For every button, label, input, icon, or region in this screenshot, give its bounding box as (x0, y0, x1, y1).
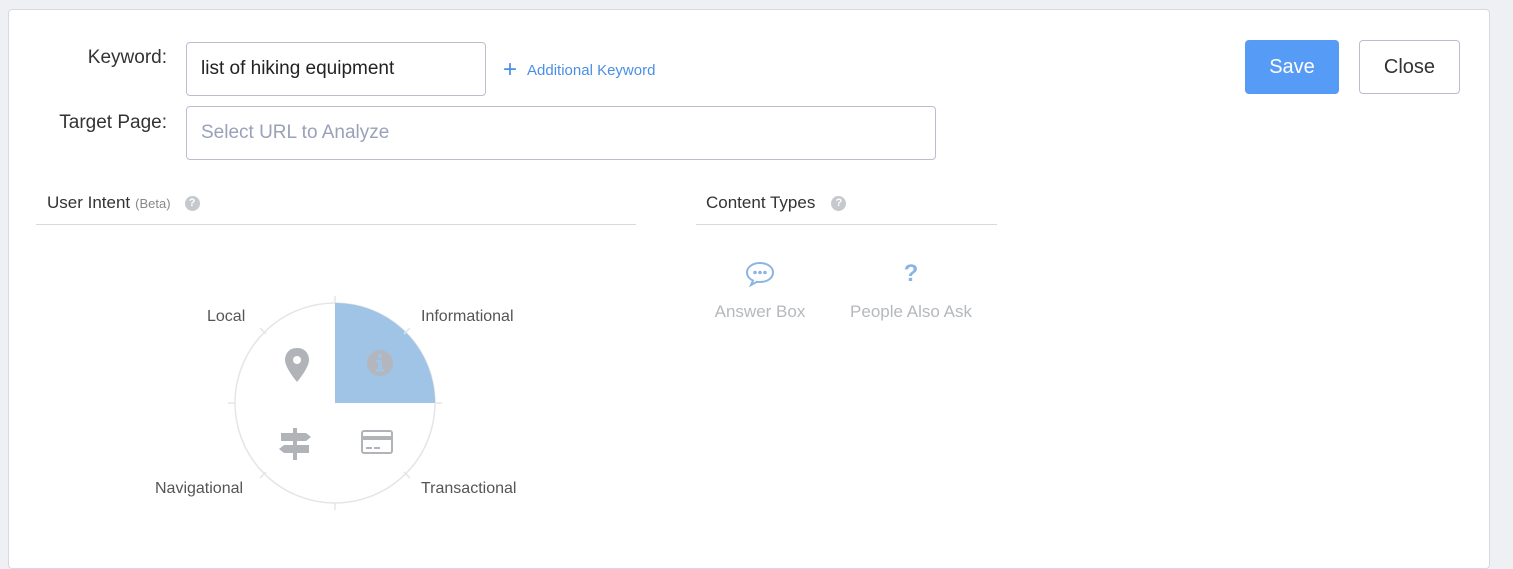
user-intent-title: User Intent (47, 193, 131, 212)
speech-bubble-icon (703, 260, 817, 288)
content-type-people-also-ask[interactable]: ? People Also Ask (840, 260, 982, 322)
content-types-title: Content Types (706, 193, 816, 212)
content-types-divider (696, 224, 997, 225)
question-circle-icon[interactable]: ? (831, 195, 847, 211)
user-intent-wheel (228, 296, 442, 510)
people-also-ask-label: People Also Ask (850, 302, 972, 321)
target-page-input[interactable] (186, 106, 936, 160)
additional-keyword-label: Additional Keyword (527, 61, 656, 79)
answer-box-label: Answer Box (714, 302, 806, 321)
save-button[interactable]: Save (1245, 40, 1339, 94)
user-intent-header: User Intent (Beta) ? (47, 193, 200, 213)
transactional-label: Transactional (421, 480, 517, 497)
keyword-input[interactable] (186, 42, 486, 96)
local-label: Local (207, 308, 246, 325)
target-page-label: Target Page: (59, 112, 167, 133)
question-circle-icon[interactable]: ? (184, 195, 200, 211)
informational-label: Informational (421, 308, 514, 325)
plus-icon: + (503, 56, 518, 83)
question-mark-icon: ? (903, 260, 919, 287)
navigational-label: Navigational (155, 480, 244, 497)
content-types-header: Content Types ? (706, 193, 847, 213)
user-intent-divider (36, 224, 636, 225)
keyword-label: Keyword: (87, 47, 167, 68)
additional-keyword-link[interactable]: + Additional Keyword (503, 58, 655, 82)
close-button[interactable]: Close (1359, 40, 1460, 94)
info-circle-icon (367, 350, 393, 376)
content-type-answer-box[interactable]: Answer Box (703, 260, 817, 322)
beta-tag: (Beta) (135, 195, 171, 211)
